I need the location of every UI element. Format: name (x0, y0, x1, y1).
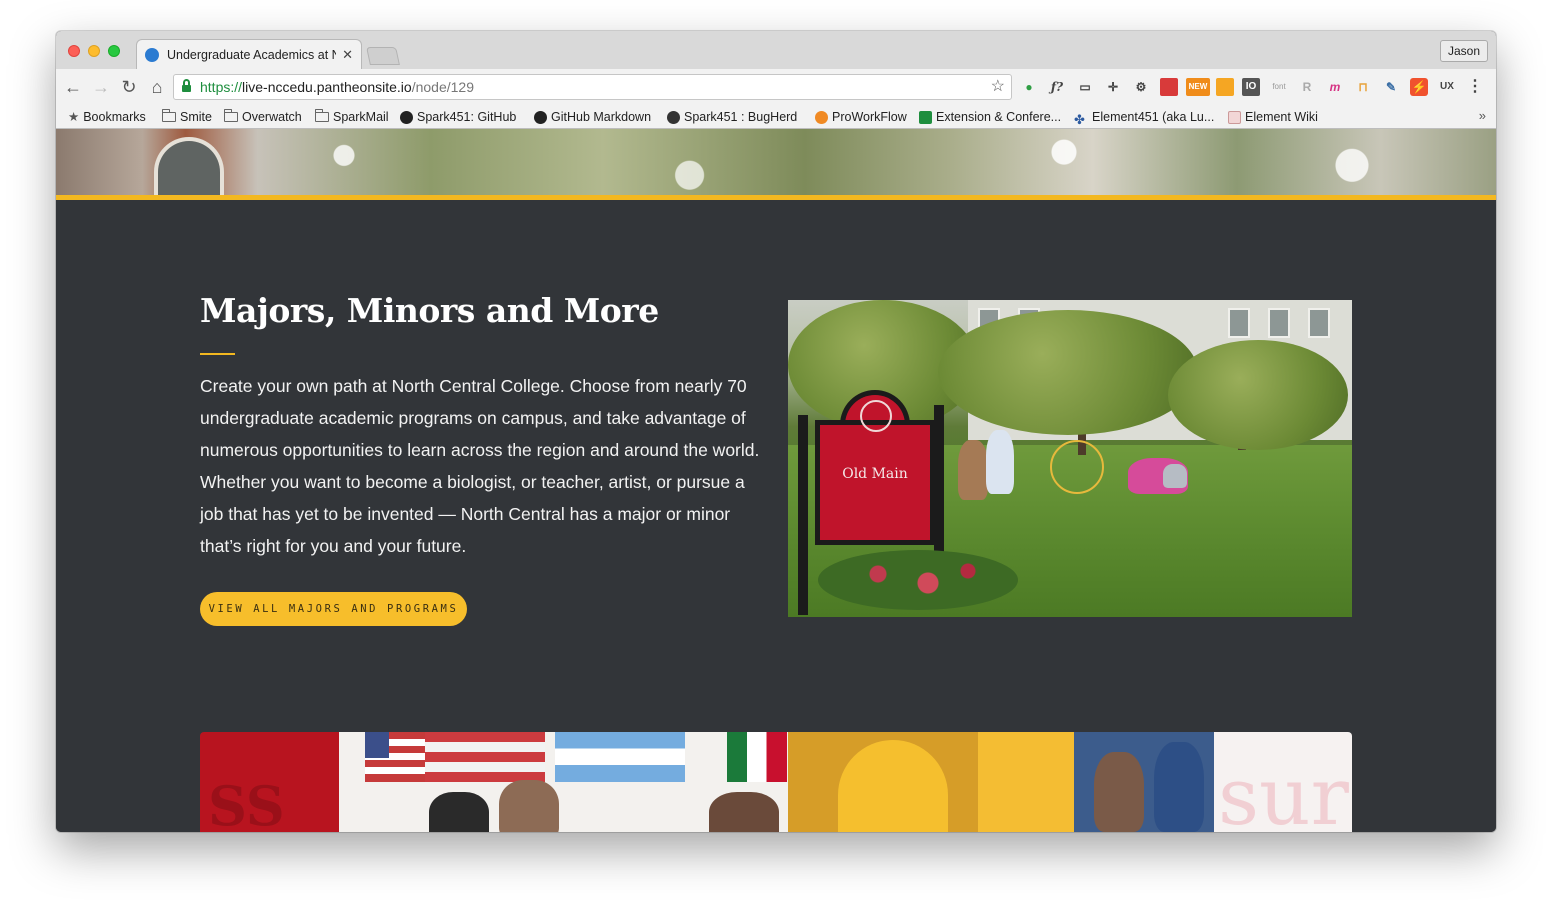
tab-title: Undergraduate Academics at North Central… (167, 47, 336, 62)
bugherd-icon (667, 110, 680, 124)
minimize-window-button[interactable] (88, 45, 100, 57)
lock-icon (182, 79, 191, 92)
ux-extension-icon[interactable]: UX (1438, 78, 1456, 96)
hero-arched-window (154, 137, 224, 195)
bookmark-bookmarks[interactable]: ★ Bookmarks (68, 108, 146, 126)
new-tab-button[interactable] (366, 47, 400, 65)
device-extension-icon[interactable]: ▭ (1076, 78, 1094, 96)
folder-icon (314, 109, 329, 122)
feature-card-flags[interactable] (339, 732, 788, 832)
bookmark-smite[interactable]: Smite (161, 108, 212, 126)
red-extension-icon[interactable] (1160, 78, 1178, 96)
flower-bed (818, 550, 1018, 610)
url-scheme: https:// (200, 79, 243, 95)
url-path: /node/129 (411, 79, 474, 95)
settings-extension-icon[interactable]: ⚙ (1132, 78, 1150, 96)
r-extension-icon[interactable]: R (1298, 78, 1316, 96)
eyedropper-extension-icon[interactable]: ✎ (1382, 78, 1400, 96)
bookmarks-overflow-icon[interactable]: » (1479, 108, 1486, 123)
folder-icon (223, 109, 238, 122)
analytics-extension-icon[interactable] (1216, 78, 1234, 96)
zoom-window-button[interactable] (108, 45, 120, 57)
old-main-sign (815, 420, 935, 545)
url-host: live-nccedu.pantheonsite.io (242, 79, 412, 95)
bookmark-proworkflow[interactable]: ProWorkFlow (815, 108, 907, 126)
io-extension-icon[interactable]: IO (1242, 78, 1260, 96)
bookmark-overwatch[interactable]: Overwatch (223, 108, 302, 126)
tab-close-icon[interactable]: ✕ (342, 47, 353, 63)
title-underline (200, 353, 235, 355)
chrome-menu-icon[interactable]: ⋮ (1466, 78, 1484, 96)
address-bar[interactable]: https://live-nccedu.pantheonsite.io/node… (173, 74, 1012, 100)
card-decor-arch (838, 740, 948, 832)
github-icon (400, 110, 413, 124)
star-icon: ★ (68, 110, 80, 124)
browser-window: Undergraduate Academics at North Central… (56, 31, 1496, 832)
college-seal-icon (860, 400, 892, 432)
card-decor-letters: sur (1218, 750, 1349, 832)
back-icon[interactable]: ← (62, 76, 84, 98)
sign-text: Old Main (842, 466, 908, 482)
bolt-extension-icon[interactable]: ⚡ (1410, 78, 1428, 96)
section-title: Majors, Minors and More (200, 291, 659, 330)
profile-button[interactable]: Jason (1439, 40, 1488, 62)
bookmark-spark451-github[interactable]: Spark451: GitHub (400, 108, 516, 126)
gold-divider (56, 195, 1496, 200)
section-body: Create your own path at North Central Co… (200, 376, 760, 556)
folder-icon (161, 109, 176, 122)
photo-focus-circle (1050, 440, 1104, 494)
font-extension-icon[interactable]: font (1270, 78, 1288, 96)
home-icon[interactable]: ⌂ (146, 76, 168, 98)
bookmark-element451[interactable]: ✤ Element451 (aka Lu... (1074, 108, 1214, 127)
web-page: Majors, Minors and More Create your own … (56, 129, 1496, 832)
drupal-favicon-icon (145, 47, 159, 62)
wiki-icon (1228, 110, 1241, 124)
feature-card-people[interactable] (1074, 732, 1214, 832)
bookmark-sparkmail[interactable]: SparkMail (314, 108, 389, 126)
bookmarks-bar: ★ Bookmarks Smite Overwatch SparkMail Spa… (56, 105, 1496, 129)
view-all-majors-button[interactable]: VIEW ALL MAJORS AND PROGRAMS (200, 592, 467, 626)
close-window-button[interactable] (68, 45, 80, 57)
proworkflow-icon (815, 110, 828, 124)
campus-photo: Old Main (788, 300, 1352, 617)
browser-tab[interactable]: Undergraduate Academics at North Central… (136, 39, 362, 69)
new-extension-icon[interactable]: NEW (1186, 78, 1210, 96)
browser-toolbar: ← → ↻ ⌂ https://live-nccedu.pantheonsite… (56, 69, 1496, 105)
title-bar: Undergraduate Academics at North Central… (56, 31, 1496, 69)
github-icon (534, 110, 547, 124)
tag-extension-icon[interactable]: ⊓ (1354, 78, 1372, 96)
evernote-extension-icon[interactable]: ● (1020, 78, 1038, 96)
sheets-icon (919, 110, 932, 124)
forward-icon[interactable]: → (90, 76, 112, 98)
reload-icon[interactable]: ↻ (118, 76, 140, 98)
bookmark-element-wiki[interactable]: Element Wiki (1228, 108, 1318, 126)
feature-card-gold[interactable] (788, 732, 1074, 832)
feature-cards-row: SS sur (200, 732, 1352, 832)
m-extension-icon[interactable]: m (1326, 78, 1344, 96)
bookmark-star-icon[interactable]: ☆ (991, 75, 1005, 99)
bookmark-extension-conference[interactable]: Extension & Confere... (919, 108, 1061, 126)
bookmark-bugherd[interactable]: Spark451 : BugHerd (667, 108, 797, 126)
bookmark-github-markdown[interactable]: GitHub Markdown (534, 108, 651, 126)
element451-icon: ✤ (1074, 112, 1085, 127)
feature-card-pink[interactable]: sur (1214, 732, 1352, 832)
card-decor-letters: SS (208, 774, 285, 832)
feature-card-red[interactable]: SS (200, 732, 339, 832)
whatfont-extension-icon[interactable]: ƒ? (1048, 78, 1066, 96)
ruler-extension-icon[interactable]: ✛ (1104, 78, 1122, 96)
hero-image (56, 129, 1496, 195)
